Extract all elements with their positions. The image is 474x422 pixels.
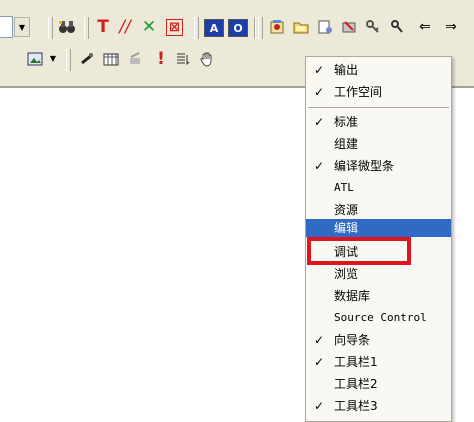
menu-item-toolbar-3[interactable]: ✓ 工具栏3 bbox=[306, 395, 451, 417]
document-gear-icon[interactable] bbox=[314, 16, 336, 38]
arrow-right-icon[interactable]: ⇒ bbox=[440, 16, 462, 38]
check-icon: ✓ bbox=[314, 159, 325, 173]
menu-separator bbox=[308, 107, 449, 109]
disabled-tool-icon[interactable] bbox=[124, 48, 146, 70]
annotation-highlight-box bbox=[307, 237, 411, 265]
key-icon[interactable] bbox=[362, 16, 384, 38]
open-folder-icon[interactable] bbox=[290, 16, 312, 38]
line-tool-button[interactable]: // bbox=[114, 16, 136, 38]
key-alt-icon[interactable] bbox=[386, 16, 408, 38]
check-icon: ✓ bbox=[314, 63, 325, 77]
exclamation-button[interactable]: ! bbox=[150, 48, 172, 70]
check-icon: ✓ bbox=[314, 333, 325, 347]
menu-item-build[interactable]: 组建 bbox=[306, 133, 451, 155]
menu-item-browse[interactable]: 浏览 bbox=[306, 263, 451, 285]
menu-item-workspace[interactable]: ✓ 工作空间 bbox=[306, 81, 451, 103]
stamp-icon[interactable] bbox=[76, 48, 98, 70]
tools-icon[interactable] bbox=[338, 16, 360, 38]
menu-item-standard[interactable]: ✓ 标准 bbox=[306, 111, 451, 133]
toolbar-grip[interactable] bbox=[194, 17, 199, 39]
check-icon: ✓ bbox=[314, 399, 325, 413]
hand-icon[interactable] bbox=[196, 48, 218, 70]
check-icon: ✓ bbox=[314, 115, 325, 129]
chevron-down-icon[interactable]: ▼ bbox=[14, 17, 30, 37]
text-tool-button[interactable]: T bbox=[92, 16, 114, 38]
menu-item-output[interactable]: ✓ 输出 bbox=[306, 59, 451, 81]
toolbar-separator bbox=[254, 17, 255, 39]
toolbar-grip[interactable] bbox=[66, 49, 71, 71]
check-icon: ✓ bbox=[314, 355, 325, 369]
menu-item-toolbar-2[interactable]: 工具栏2 bbox=[306, 373, 451, 395]
menu-item-wizard-bar[interactable]: ✓ 向导条 bbox=[306, 329, 451, 351]
red-box-tool-button[interactable]: ⊠ bbox=[166, 19, 183, 36]
menu-item-atl[interactable]: ATL bbox=[306, 177, 451, 199]
toolbar-grip[interactable] bbox=[84, 17, 89, 39]
menu-item-edit[interactable]: 编辑 bbox=[306, 219, 451, 237]
binoculars-icon[interactable] bbox=[56, 16, 78, 38]
menu-item-source-control[interactable]: Source Control bbox=[306, 307, 451, 329]
o-box-button[interactable]: O bbox=[228, 19, 248, 37]
check-icon: ✓ bbox=[314, 85, 325, 99]
a-box-button[interactable]: A bbox=[204, 19, 224, 37]
image-dropdown-icon[interactable] bbox=[24, 48, 46, 70]
toolbar-grip[interactable] bbox=[258, 17, 263, 39]
menu-item-build-minibar[interactable]: ✓ 编译微型条 bbox=[306, 155, 451, 177]
list-arrow-icon[interactable] bbox=[172, 48, 194, 70]
toolbar-row-1: ▼ T // ✕ ⊠ A O ⇐ ⇒ bbox=[0, 14, 474, 44]
arrow-left-icon[interactable]: ⇐ bbox=[414, 16, 436, 38]
menu-item-resource[interactable]: 资源 bbox=[306, 199, 451, 221]
chevron-down-icon[interactable]: ▼ bbox=[46, 49, 60, 67]
combo-box-edge[interactable] bbox=[0, 16, 13, 38]
new-project-icon[interactable] bbox=[266, 16, 288, 38]
cross-tool-button[interactable]: ✕ bbox=[138, 16, 160, 38]
calendar-icon[interactable] bbox=[100, 48, 122, 70]
menu-item-database[interactable]: 数据库 bbox=[306, 285, 451, 307]
menu-item-toolbar-1[interactable]: ✓ 工具栏1 bbox=[306, 351, 451, 373]
toolbar-grip[interactable] bbox=[48, 17, 53, 39]
